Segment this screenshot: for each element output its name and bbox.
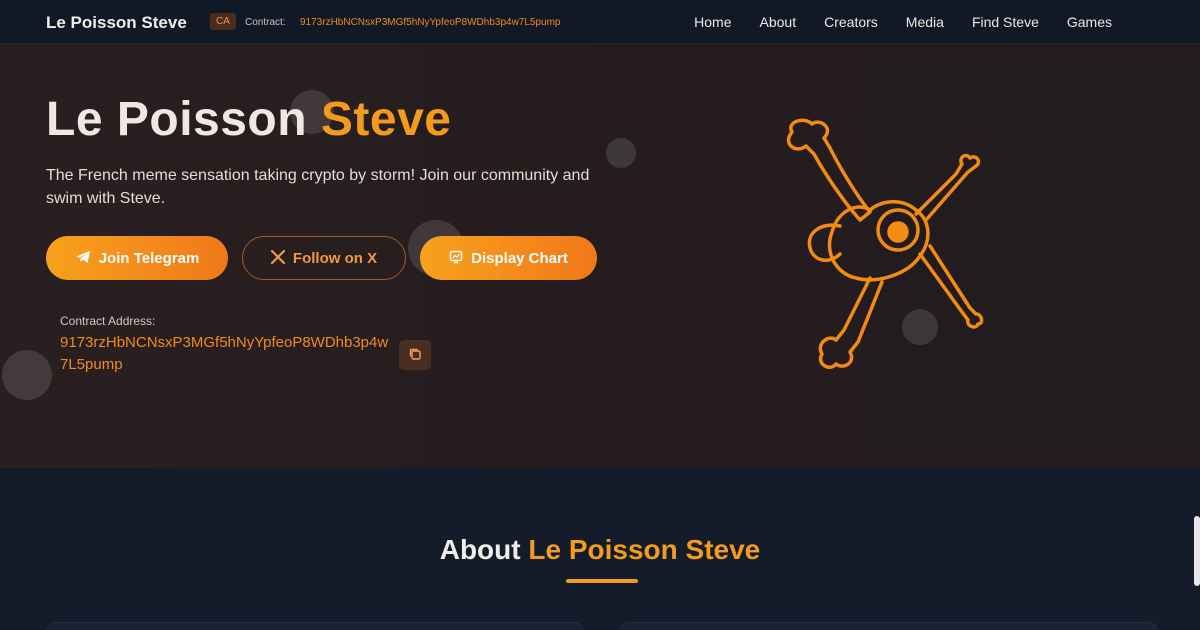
about-card	[620, 622, 1158, 630]
top-navbar: Le Poisson Steve CA Contract: 9173rzHbNC…	[0, 0, 1200, 44]
about-title-main: About	[439, 534, 529, 565]
nav-link-home[interactable]: Home	[694, 14, 731, 30]
display-chart-button[interactable]: Display Chart	[420, 236, 597, 280]
about-section-title: About Le Poisson Steve	[0, 534, 1200, 566]
chart-icon	[449, 250, 463, 267]
nav-link-creators[interactable]: Creators	[824, 14, 878, 30]
about-card	[46, 622, 584, 630]
fish-bones-mascot-icon	[770, 114, 1000, 389]
about-title-underline	[566, 579, 638, 583]
join-telegram-button[interactable]: Join Telegram	[46, 236, 228, 280]
nav-links: Home About Creators Media Find Steve Gam…	[694, 14, 1112, 30]
follow-on-x-button[interactable]: Follow on X	[242, 236, 406, 280]
hero-subtitle: The French meme sensation taking crypto …	[46, 167, 590, 207]
x-logo-icon	[270, 249, 286, 267]
join-telegram-label: Join Telegram	[98, 249, 200, 267]
nav-link-games[interactable]: Games	[1067, 14, 1112, 30]
nav-link-find-steve[interactable]: Find Steve	[972, 14, 1039, 30]
nav-contract-address[interactable]: 9173rzHbNCNsxP3MGf5hNyYpfeoP8WDhb3p4w7L5…	[300, 17, 561, 28]
copy-address-button[interactable]	[399, 340, 431, 370]
telegram-icon	[75, 250, 91, 267]
page-scrollbar[interactable]	[1194, 516, 1200, 586]
nav-link-media[interactable]: Media	[906, 14, 944, 30]
ca-badge: CA	[210, 13, 236, 30]
decorative-bubble	[2, 350, 52, 400]
hero-title: Le Poisson Steve	[46, 92, 451, 147]
nav-contract-label: Contract:	[245, 17, 286, 28]
display-chart-label: Display Chart	[471, 249, 568, 267]
follow-on-x-label: Follow on X	[292, 249, 378, 267]
hero-section: Le Poisson Steve The French meme sensati…	[0, 44, 1200, 468]
nav-link-about[interactable]: About	[760, 14, 797, 30]
contract-address-value[interactable]: 9173rzHbNCNsxP3MGf5hNyYpfeoP8WDhb3p4w7L5…	[60, 332, 390, 376]
brand-logo-text[interactable]: Le Poisson Steve	[46, 13, 187, 33]
about-title-accent: Le Poisson Steve	[528, 534, 761, 565]
hero-title-accent: Steve	[320, 93, 452, 146]
hero-title-main: Le Poisson	[46, 93, 321, 146]
decorative-bubble	[606, 138, 636, 168]
contract-address-label: Contract Address:	[60, 314, 156, 328]
copy-icon	[408, 347, 422, 364]
